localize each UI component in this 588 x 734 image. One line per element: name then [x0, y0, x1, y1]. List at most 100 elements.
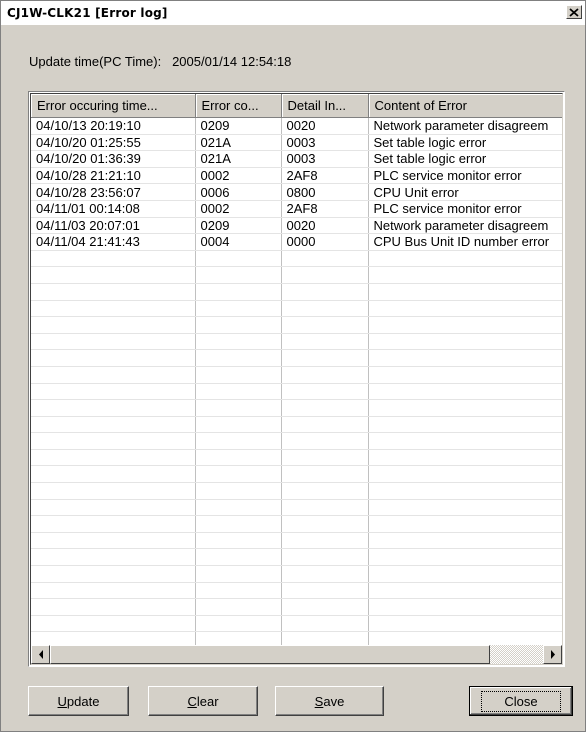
table-cell [195, 532, 282, 550]
table-cell [281, 349, 369, 367]
empty-table-row[interactable] [31, 548, 562, 567]
error-log-table-viewport[interactable]: Error occuring time... Error co... Detail … [30, 93, 563, 665]
clear-button[interactable]: Clear [148, 686, 258, 716]
table-cell [31, 366, 196, 384]
table-row[interactable]: 04/11/03 20:07:01 0209 0020 Network paramet… [31, 217, 562, 235]
table-cell: 04/11/04 21:41:43 [31, 233, 196, 251]
table-cell [368, 349, 562, 367]
empty-table-row[interactable] [31, 565, 562, 583]
error-log-table-frame: Error occuring time... Error co... Detail … [28, 91, 565, 667]
table-cell [281, 366, 369, 384]
table-row[interactable]: 04/11/04 21:41:43 0004 0000 CPU Bus Unit ID… [31, 233, 562, 251]
table-cell [31, 399, 196, 417]
empty-table-row[interactable] [31, 300, 562, 318]
table-cell [195, 366, 282, 384]
empty-table-row[interactable] [31, 598, 562, 616]
table-cell: Set table logic error [368, 134, 562, 152]
scroll-thumb[interactable] [50, 645, 490, 664]
table-cell: 0002 [195, 167, 282, 185]
table-cell [195, 283, 282, 301]
table-cell [368, 283, 562, 301]
empty-table-row[interactable] [31, 515, 562, 533]
table-row[interactable]: 04/10/20 01:25:55 021A 0003 Set table logic… [31, 134, 562, 152]
empty-table-row[interactable] [31, 482, 562, 500]
table-cell [368, 449, 562, 467]
scroll-left-button[interactable] [31, 645, 50, 664]
table-cell [281, 383, 369, 401]
table-cell [195, 250, 282, 268]
empty-table-row[interactable] [31, 399, 562, 417]
empty-table-row[interactable] [31, 449, 562, 467]
empty-table-row[interactable] [31, 582, 562, 600]
empty-table-row[interactable] [31, 432, 562, 450]
empty-table-row[interactable] [31, 266, 562, 284]
table-cell: PLC service monitor error [368, 167, 562, 185]
table-cell: 0800 [281, 183, 369, 201]
table-cell: 04/10/28 23:56:07 [31, 183, 196, 201]
table-cell [281, 333, 369, 351]
table-cell [31, 499, 196, 517]
update-button-label: Update [58, 694, 100, 709]
table-cell [31, 515, 196, 533]
empty-table-row[interactable] [31, 499, 562, 517]
table-cell [368, 598, 562, 616]
table-row[interactable]: 04/10/20 01:36:39 021A 0003 Set table logic… [31, 150, 562, 168]
table-row[interactable]: 04/10/28 21:21:10 0002 2AF8 PLC service mon… [31, 167, 562, 185]
column-header[interactable]: Error occuring time... [31, 94, 196, 118]
empty-table-row[interactable] [31, 283, 562, 301]
table-cell [31, 565, 196, 583]
empty-table-row[interactable] [31, 615, 562, 633]
empty-table-row[interactable] [31, 366, 562, 384]
window-close-button[interactable] [566, 5, 582, 19]
error-log-dialog: CJ1W-CLK21 [Error log] Update time(PC Ti… [0, 0, 586, 732]
table-cell: Set table logic error [368, 150, 562, 168]
table-cell [281, 283, 369, 301]
table-cell [31, 416, 196, 434]
empty-table-row[interactable] [31, 316, 562, 334]
table-cell [281, 532, 369, 550]
table-cell [31, 383, 196, 401]
empty-table-row[interactable] [31, 349, 562, 367]
table-cell: 04/10/28 21:21:10 [31, 167, 196, 185]
table-cell [31, 482, 196, 500]
table-cell: CPU Bus Unit ID number error [368, 233, 562, 251]
table-cell [368, 399, 562, 417]
table-cell [281, 548, 369, 567]
scroll-right-button[interactable] [543, 645, 562, 664]
column-header[interactable]: Error co... [195, 94, 282, 118]
table-cell [368, 615, 562, 633]
table-cell [281, 316, 369, 334]
table-row[interactable]: 04/11/01 00:14:08 0002 2AF8 PLC service mon… [31, 200, 562, 218]
table-cell [368, 416, 562, 434]
update-button[interactable]: Update [28, 686, 129, 716]
table-cell [195, 399, 282, 417]
column-header[interactable]: Detail In... [281, 94, 369, 118]
empty-table-row[interactable] [31, 532, 562, 550]
empty-table-row[interactable] [31, 465, 562, 484]
close-button[interactable]: Close [469, 686, 573, 716]
update-label-rest: pdate [66, 693, 100, 709]
empty-table-row[interactable] [31, 416, 562, 434]
table-row[interactable]: 04/10/13 20:19:10 0209 0020 Network paramet… [31, 117, 562, 135]
clear-label-rest: lear [196, 693, 219, 709]
empty-table-row[interactable] [31, 333, 562, 351]
empty-table-row[interactable] [31, 383, 562, 401]
horizontal-scrollbar[interactable] [31, 645, 562, 664]
table-cell: 04/10/20 01:36:39 [31, 150, 196, 168]
table-cell: CPU Unit error [368, 183, 562, 201]
table-row[interactable]: 04/10/28 23:56:07 0006 0800 CPU Unit error [31, 183, 562, 201]
title-bar[interactable]: CJ1W-CLK21 [Error log] [1, 1, 585, 25]
table-cell [281, 582, 369, 600]
table-cell [281, 300, 369, 318]
table-cell [31, 449, 196, 467]
table-cell [281, 565, 369, 583]
empty-table-row[interactable] [31, 250, 562, 268]
table-cell [368, 465, 562, 484]
save-button[interactable]: Save [275, 686, 384, 716]
column-header[interactable]: Content of Error [368, 94, 562, 118]
table-body: 04/10/13 20:19:10 0209 0020 Network paramet… [31, 117, 562, 664]
table-cell [195, 565, 282, 583]
update-time-value: 2005/01/14 12:54:18 [172, 54, 292, 69]
scroll-track[interactable] [490, 645, 543, 664]
table-cell [31, 615, 196, 633]
